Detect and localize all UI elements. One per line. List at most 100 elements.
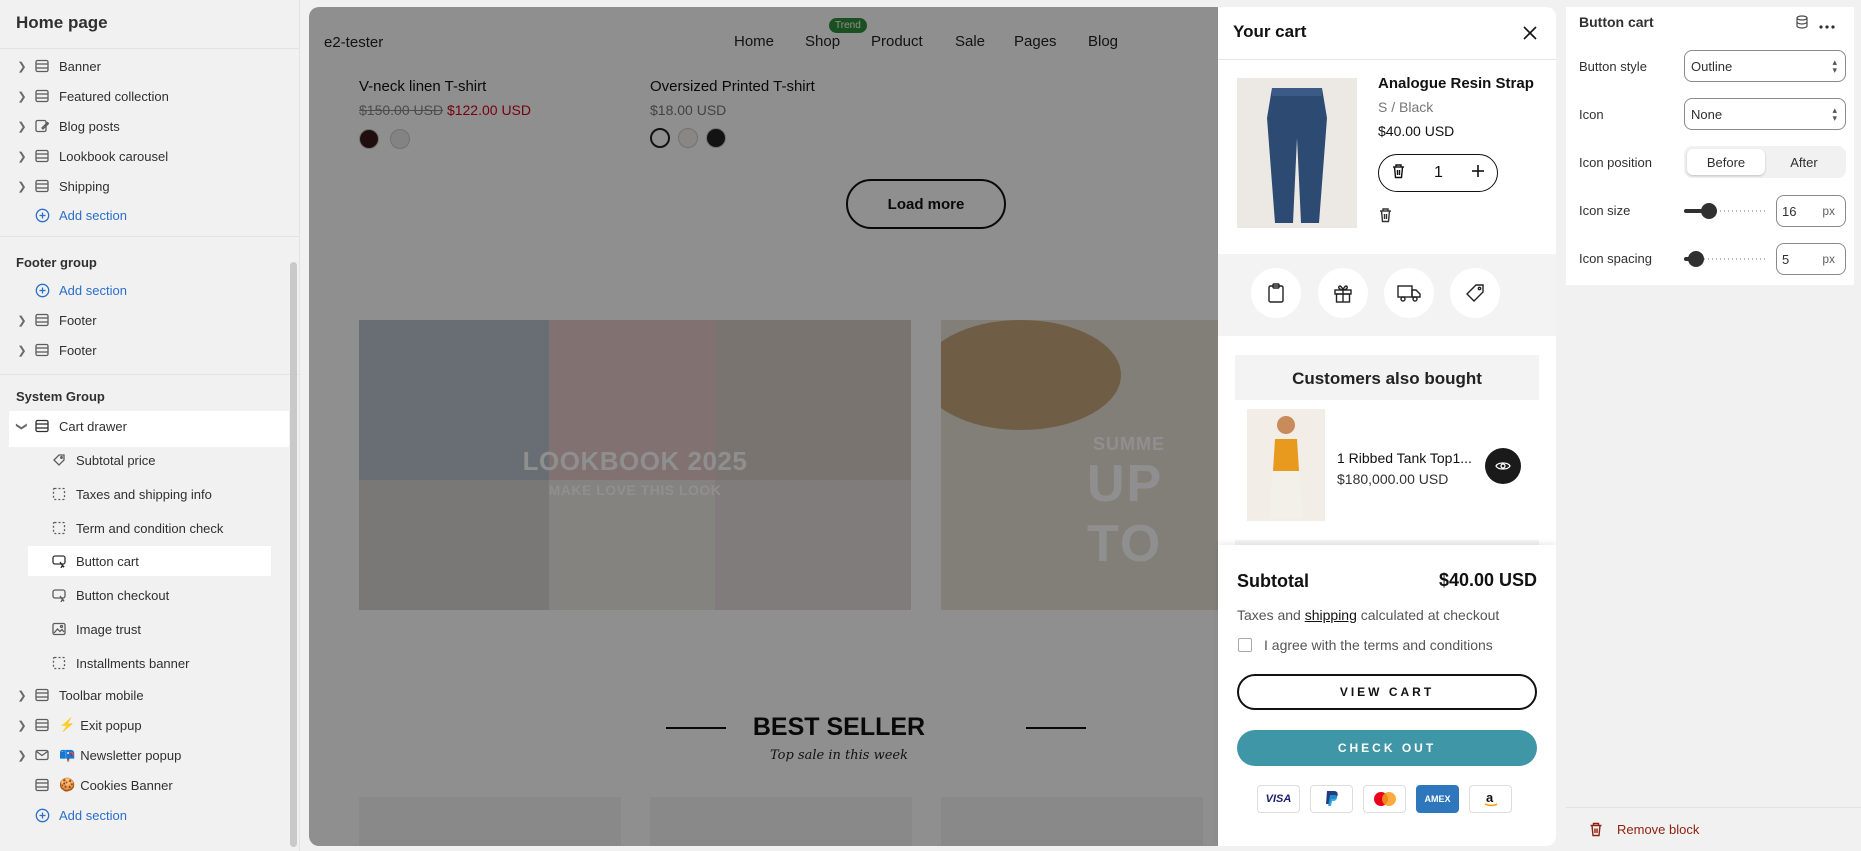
recommendation-image[interactable] — [1247, 409, 1325, 521]
cart-item-image[interactable] — [1237, 78, 1357, 228]
section-label: Footer — [59, 312, 97, 328]
more-options-icon[interactable] — [1819, 16, 1835, 34]
section-exit-popup[interactable]: ❯ ⚡ Exit popup — [0, 712, 141, 738]
chevron-right-icon[interactable]: ❯ — [16, 60, 28, 73]
chevron-right-icon[interactable]: ❯ — [16, 749, 28, 762]
gift-icon[interactable] — [1318, 268, 1368, 318]
icon-position-before[interactable]: Before — [1687, 149, 1765, 175]
slider-handle[interactable] — [1688, 251, 1704, 267]
section-lookbook-carousel[interactable]: ❯ Lookbook carousel — [0, 143, 168, 169]
chevron-down-icon[interactable]: ❯ — [16, 420, 29, 432]
settings-footer: Remove block — [1566, 807, 1861, 851]
section-footer[interactable]: ❯ Footer — [0, 337, 96, 363]
icon-spacing-input[interactable]: 5 px — [1776, 243, 1846, 275]
layout-section-icon — [34, 148, 50, 164]
icon-size-slider[interactable] — [1684, 201, 1768, 221]
chevron-right-icon[interactable]: ❯ — [16, 344, 28, 357]
view-cart-button[interactable]: VIEW CART — [1237, 674, 1537, 710]
plus-icon[interactable] — [1471, 164, 1485, 183]
chevron-right-icon[interactable]: ❯ — [16, 314, 28, 327]
button-icon — [51, 587, 67, 603]
remove-block-button[interactable]: Remove block — [1589, 822, 1699, 837]
chevron-right-icon[interactable]: ❯ — [16, 90, 28, 103]
drawer-overlay[interactable] — [309, 7, 1218, 846]
block-button-checkout[interactable]: Button checkout — [0, 582, 169, 608]
icon-spacing-slider[interactable] — [1684, 249, 1768, 269]
plus-circle-icon — [34, 282, 50, 298]
section-blog-posts[interactable]: ❯ Blog posts — [0, 113, 119, 139]
trash-icon — [1590, 822, 1602, 837]
section-banner[interactable]: ❯ Banner — [0, 53, 101, 79]
button-icon — [51, 553, 67, 569]
theme-preview: e2-tester Home Shop Trend Product Sale P… — [309, 7, 1556, 846]
block-button-cart[interactable]: Button cart — [0, 548, 139, 574]
chevron-right-icon[interactable]: ❯ — [16, 180, 28, 193]
section-newsletter-popup[interactable]: ❯ 📪 Newsletter popup — [0, 742, 181, 768]
block-label: Subtotal price — [76, 452, 156, 468]
paypal-icon — [1310, 785, 1353, 813]
shipping-link[interactable]: shipping — [1305, 607, 1357, 623]
section-cookies-banner[interactable]: 🍪 Cookies Banner — [0, 772, 173, 798]
icon-position-after[interactable]: After — [1765, 149, 1843, 175]
dashed-block-icon — [51, 486, 67, 502]
chevron-right-icon[interactable]: ❯ — [16, 689, 28, 702]
terms-label: I agree with the terms and conditions — [1264, 637, 1493, 653]
cart-footer: Subtotal $40.00 USD Taxes and shipping c… — [1218, 545, 1556, 846]
section-shipping[interactable]: ❯ Shipping — [0, 173, 109, 199]
layout-section-icon — [34, 178, 50, 194]
chevron-right-icon[interactable]: ❯ — [16, 120, 28, 133]
block-label: Term and condition check — [76, 520, 224, 536]
cart-tools — [1218, 254, 1556, 336]
system-group-title: System Group — [16, 389, 105, 404]
section-cart-drawer[interactable]: ❯ Cart drawer — [0, 413, 127, 439]
block-label: Installments banner — [76, 655, 190, 671]
section-featured-collection[interactable]: ❯ Featured collection — [0, 83, 169, 109]
chevron-right-icon[interactable]: ❯ — [16, 150, 28, 163]
database-icon[interactable] — [1795, 15, 1809, 34]
cart-item-name[interactable]: Analogue Resin Strap — [1378, 75, 1534, 92]
recommendation-card[interactable]: 1 Ribbed Tank Top1... $180,000.00 USD — [1235, 400, 1539, 540]
block-taxes-shipping[interactable]: Taxes and shipping info — [0, 481, 212, 507]
icon-select[interactable]: None ▴ ▾ — [1684, 98, 1846, 130]
checkout-button[interactable]: CHECK OUT — [1237, 730, 1537, 766]
envelope-icon — [34, 747, 50, 763]
block-label: Button cart — [76, 553, 139, 569]
quick-view-eye-icon[interactable] — [1485, 448, 1521, 484]
dashed-block-icon — [51, 655, 67, 671]
sidebar-scrollbar[interactable] — [290, 262, 297, 847]
tag-icon[interactable] — [1450, 268, 1500, 318]
trash-icon[interactable] — [1391, 163, 1406, 184]
icon-size-label: Icon size — [1579, 203, 1631, 218]
section-label: Newsletter popup — [80, 747, 182, 763]
terms-checkbox[interactable] — [1238, 638, 1252, 652]
close-icon[interactable] — [1518, 21, 1542, 45]
icon-size-input[interactable]: 16 px — [1776, 195, 1846, 227]
block-label: Taxes and shipping info — [76, 486, 212, 502]
icon-size-value: 16 — [1782, 203, 1797, 219]
block-subtotal-price[interactable]: Subtotal price — [0, 447, 156, 473]
button-style-label: Button style — [1579, 59, 1647, 74]
block-term-condition[interactable]: Term and condition check — [0, 515, 223, 541]
truck-icon[interactable] — [1384, 268, 1434, 318]
note-icon[interactable] — [1251, 268, 1301, 318]
recommendation-name[interactable]: 1 Ribbed Tank Top1... — [1337, 450, 1477, 466]
svg-text:a: a — [1486, 790, 1494, 805]
remove-item-icon[interactable] — [1378, 207, 1393, 228]
add-section-button[interactable]: Add section — [0, 802, 127, 828]
slider-handle[interactable] — [1701, 203, 1717, 219]
button-style-select[interactable]: Outline ▴ ▾ — [1684, 50, 1846, 82]
terms-check[interactable]: I agree with the terms and conditions — [1237, 637, 1493, 653]
chevron-right-icon[interactable]: ❯ — [16, 719, 28, 732]
section-label: Featured collection — [59, 88, 169, 104]
quantity-value[interactable]: 1 — [1434, 164, 1443, 182]
block-image-trust[interactable]: Image trust — [0, 616, 141, 642]
block-settings-panel: Button cart Button style Outline ▴ ▾ Icon… — [1566, 0, 1861, 851]
tax-text: Taxes and — [1237, 607, 1301, 623]
add-section-button[interactable]: Add section — [0, 202, 127, 228]
divider — [0, 374, 300, 375]
section-toolbar-mobile[interactable]: ❯ Toolbar mobile — [0, 682, 143, 708]
section-footer[interactable]: ❯ Footer — [0, 307, 97, 333]
add-section-label: Add section — [59, 282, 127, 298]
block-installments-banner[interactable]: Installments banner — [0, 650, 189, 676]
add-section-button[interactable]: Add section — [0, 277, 127, 303]
